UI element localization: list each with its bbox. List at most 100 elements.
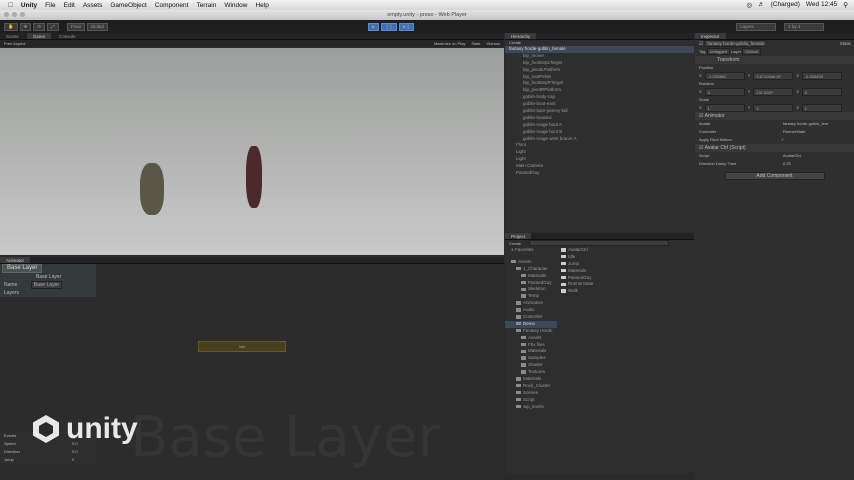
name-field[interactable]: Base Layer: [30, 281, 63, 289]
project-file[interactable]: Idle: [561, 254, 593, 261]
layers-dropdown[interactable]: Layers: [736, 22, 777, 31]
static-toggle[interactable]: Static: [840, 40, 854, 48]
pivot-toggle[interactable]: Pivot: [66, 22, 85, 31]
project-folder[interactable]: Samples: [505, 355, 557, 362]
scale-y[interactable]: 1: [753, 104, 794, 112]
window-controls[interactable]: [4, 12, 25, 17]
hierarchy-item[interactable]: goblin-rouge boot A: [505, 122, 694, 129]
tag-dropdown[interactable]: Untagged: [706, 48, 730, 55]
state-idle[interactable]: Idle: [198, 341, 286, 352]
avatar-field[interactable]: fantasy horde-goblin_fem: [783, 120, 828, 128]
menu-component[interactable]: Component: [155, 2, 189, 9]
tab-animator[interactable]: Animator: [0, 257, 31, 263]
tab-project[interactable]: Project: [505, 233, 532, 239]
object-name-field[interactable]: fantasy horde-goblin_female: [704, 40, 768, 47]
pause-button[interactable]: ❙❙: [381, 22, 397, 31]
position-z[interactable]: -2.933439: [801, 72, 842, 80]
hierarchy-item[interactable]: Floor: [505, 142, 694, 149]
layer-tab[interactable]: Base Layer: [2, 264, 43, 273]
stats-toggle[interactable]: Stats: [471, 40, 480, 47]
project-folder[interactable]: Scenes: [505, 390, 557, 397]
create-dropdown[interactable]: Create: [509, 240, 521, 247]
hierarchy-item[interactable]: Light: [505, 156, 694, 163]
tab-console[interactable]: Console: [53, 33, 82, 39]
hierarchy-item[interactable]: bip_pivotRPlatform: [505, 87, 694, 94]
transform-header[interactable]: Transform: [695, 56, 854, 64]
hand-tool-button[interactable]: ✋: [4, 22, 18, 31]
hierarchy-item[interactable]: goblin-hooded: [505, 115, 694, 122]
spotlight-search-icon[interactable]: ⚲: [843, 1, 848, 9]
aspect-dropdown[interactable]: Free Aspect: [4, 40, 25, 47]
project-folder[interactable]: Script: [505, 397, 557, 404]
clock[interactable]: Wed 12:45: [806, 1, 837, 9]
wifi-icon[interactable]: ◎: [746, 1, 752, 9]
project-folder[interactable]: PaintedGuy: [505, 280, 557, 287]
volume-icon[interactable]: ♬: [758, 1, 765, 9]
hierarchy-item[interactable]: goblin-body-cap: [505, 94, 694, 101]
add-component-button[interactable]: Add Component: [724, 172, 825, 180]
animator-header[interactable]: ☑ Animator: [695, 112, 854, 120]
root-motion-checkbox[interactable]: ✓: [781, 136, 784, 144]
menu-terrain[interactable]: Terrain: [196, 2, 216, 9]
project-folder[interactable]: Controller: [505, 314, 557, 321]
rotation-y[interactable]: 237.5327: [753, 88, 794, 96]
tab-game[interactable]: Game: [26, 33, 52, 39]
maximize-on-play-toggle[interactable]: Maximize on Play: [434, 40, 465, 47]
project-folder[interactable]: Animation: [505, 300, 557, 307]
project-folder[interactable]: Textures: [505, 369, 557, 376]
apple-icon[interactable]: : [8, 2, 13, 9]
hierarchy-item[interactable]: Light: [505, 149, 694, 156]
active-checkbox[interactable]: ☑: [699, 41, 703, 46]
gizmos-toggle[interactable]: Gizmos: [486, 40, 504, 47]
global-toggle[interactable]: Global: [86, 22, 108, 31]
project-folder[interactable]: Audio: [505, 307, 557, 314]
controller-field[interactable]: RunnerState: [783, 128, 805, 136]
damp-field[interactable]: 0.25: [783, 160, 791, 168]
hierarchy-item[interactable]: bip_pivotLPlatform: [505, 67, 694, 74]
hierarchy-item[interactable]: goblin-rouge wrist bracer A: [505, 136, 694, 143]
project-file[interactable]: Materials: [561, 268, 593, 275]
project-search-input[interactable]: [529, 240, 670, 246]
rotation-x[interactable]: 0: [704, 88, 745, 96]
param-direction-value[interactable]: 0.0: [72, 448, 78, 456]
hierarchy-item[interactable]: PaintedGuy: [505, 170, 694, 177]
tab-scene[interactable]: Scene: [0, 33, 25, 39]
menu-help[interactable]: Help: [255, 2, 268, 9]
move-tool-button[interactable]: ✥: [19, 22, 32, 31]
project-file[interactable]: RunnerState: [561, 281, 593, 288]
favorites-item[interactable]: ● Favorites: [505, 247, 557, 254]
script-field[interactable]: AvatarCtrl: [783, 152, 801, 160]
step-button[interactable]: ▶❙: [398, 22, 415, 31]
project-folder[interactable]: Skeleton: [505, 286, 557, 293]
hierarchy-item[interactable]: fantasy horde-goblin_female: [505, 46, 694, 53]
play-button[interactable]: ▶: [367, 22, 380, 31]
project-folder[interactable]: Fantasy Horde: [505, 328, 557, 335]
scale-x[interactable]: 1: [704, 104, 745, 112]
project-folder[interactable]: Materials: [505, 273, 557, 280]
hierarchy-item[interactable]: bip_footstepRTarget: [505, 80, 694, 87]
hierarchy-item[interactable]: Main Camera: [505, 163, 694, 170]
position-x[interactable]: -1.233380: [704, 72, 745, 80]
hierarchy-item[interactable]: bip_mover: [505, 53, 694, 60]
game-viewport[interactable]: [0, 48, 504, 255]
project-folder[interactable]: Temp: [505, 293, 557, 300]
hierarchy-item[interactable]: bip_rootPelvis: [505, 74, 694, 81]
project-folder[interactable]: Materials: [505, 348, 557, 355]
project-folder[interactable]: wip_levels: [505, 404, 557, 411]
project-folder[interactable]: Fbx files: [505, 342, 557, 349]
rotation-z[interactable]: 0: [801, 88, 842, 96]
tab-inspector[interactable]: Inspector: [695, 33, 726, 39]
project-folder[interactable]: Assets: [505, 259, 557, 266]
position-y[interactable]: 2.871034e-07: [753, 72, 794, 80]
project-folder[interactable]: Rock_Cluster: [505, 383, 557, 390]
hierarchy-item[interactable]: goblin-rouge boot B: [505, 129, 694, 136]
project-folder[interactable]: Shader: [505, 362, 557, 369]
script-header[interactable]: ☑ Avatar Ctrl (Script): [695, 144, 854, 152]
scale-tool-button[interactable]: ⤢: [47, 22, 59, 31]
hierarchy-item[interactable]: goblin-boot-ears: [505, 101, 694, 108]
param-jump-value[interactable]: 0: [72, 456, 74, 464]
project-file[interactable]: PaintedGuy: [561, 275, 593, 282]
menu-assets[interactable]: Assets: [83, 2, 103, 9]
hierarchy-item[interactable]: goblin-bare-jammy-tail: [505, 108, 694, 115]
rotate-tool-button[interactable]: ⟳: [33, 22, 46, 31]
